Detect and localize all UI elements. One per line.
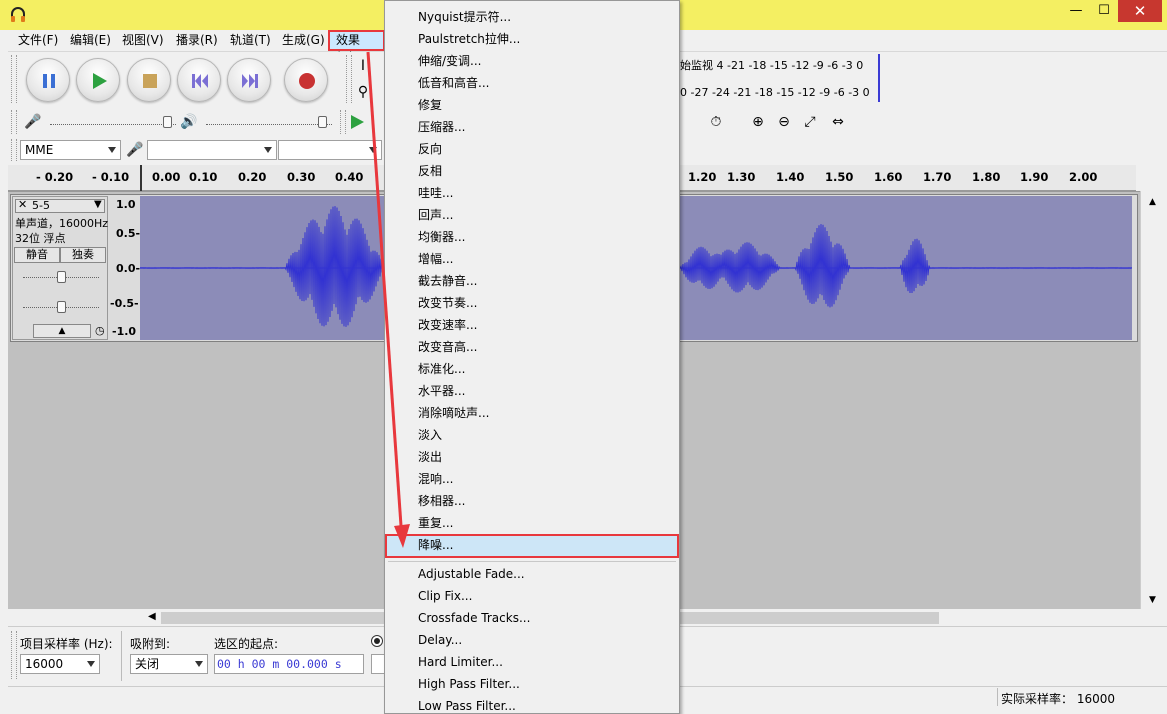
annotation-arrow: [366, 51, 410, 548]
